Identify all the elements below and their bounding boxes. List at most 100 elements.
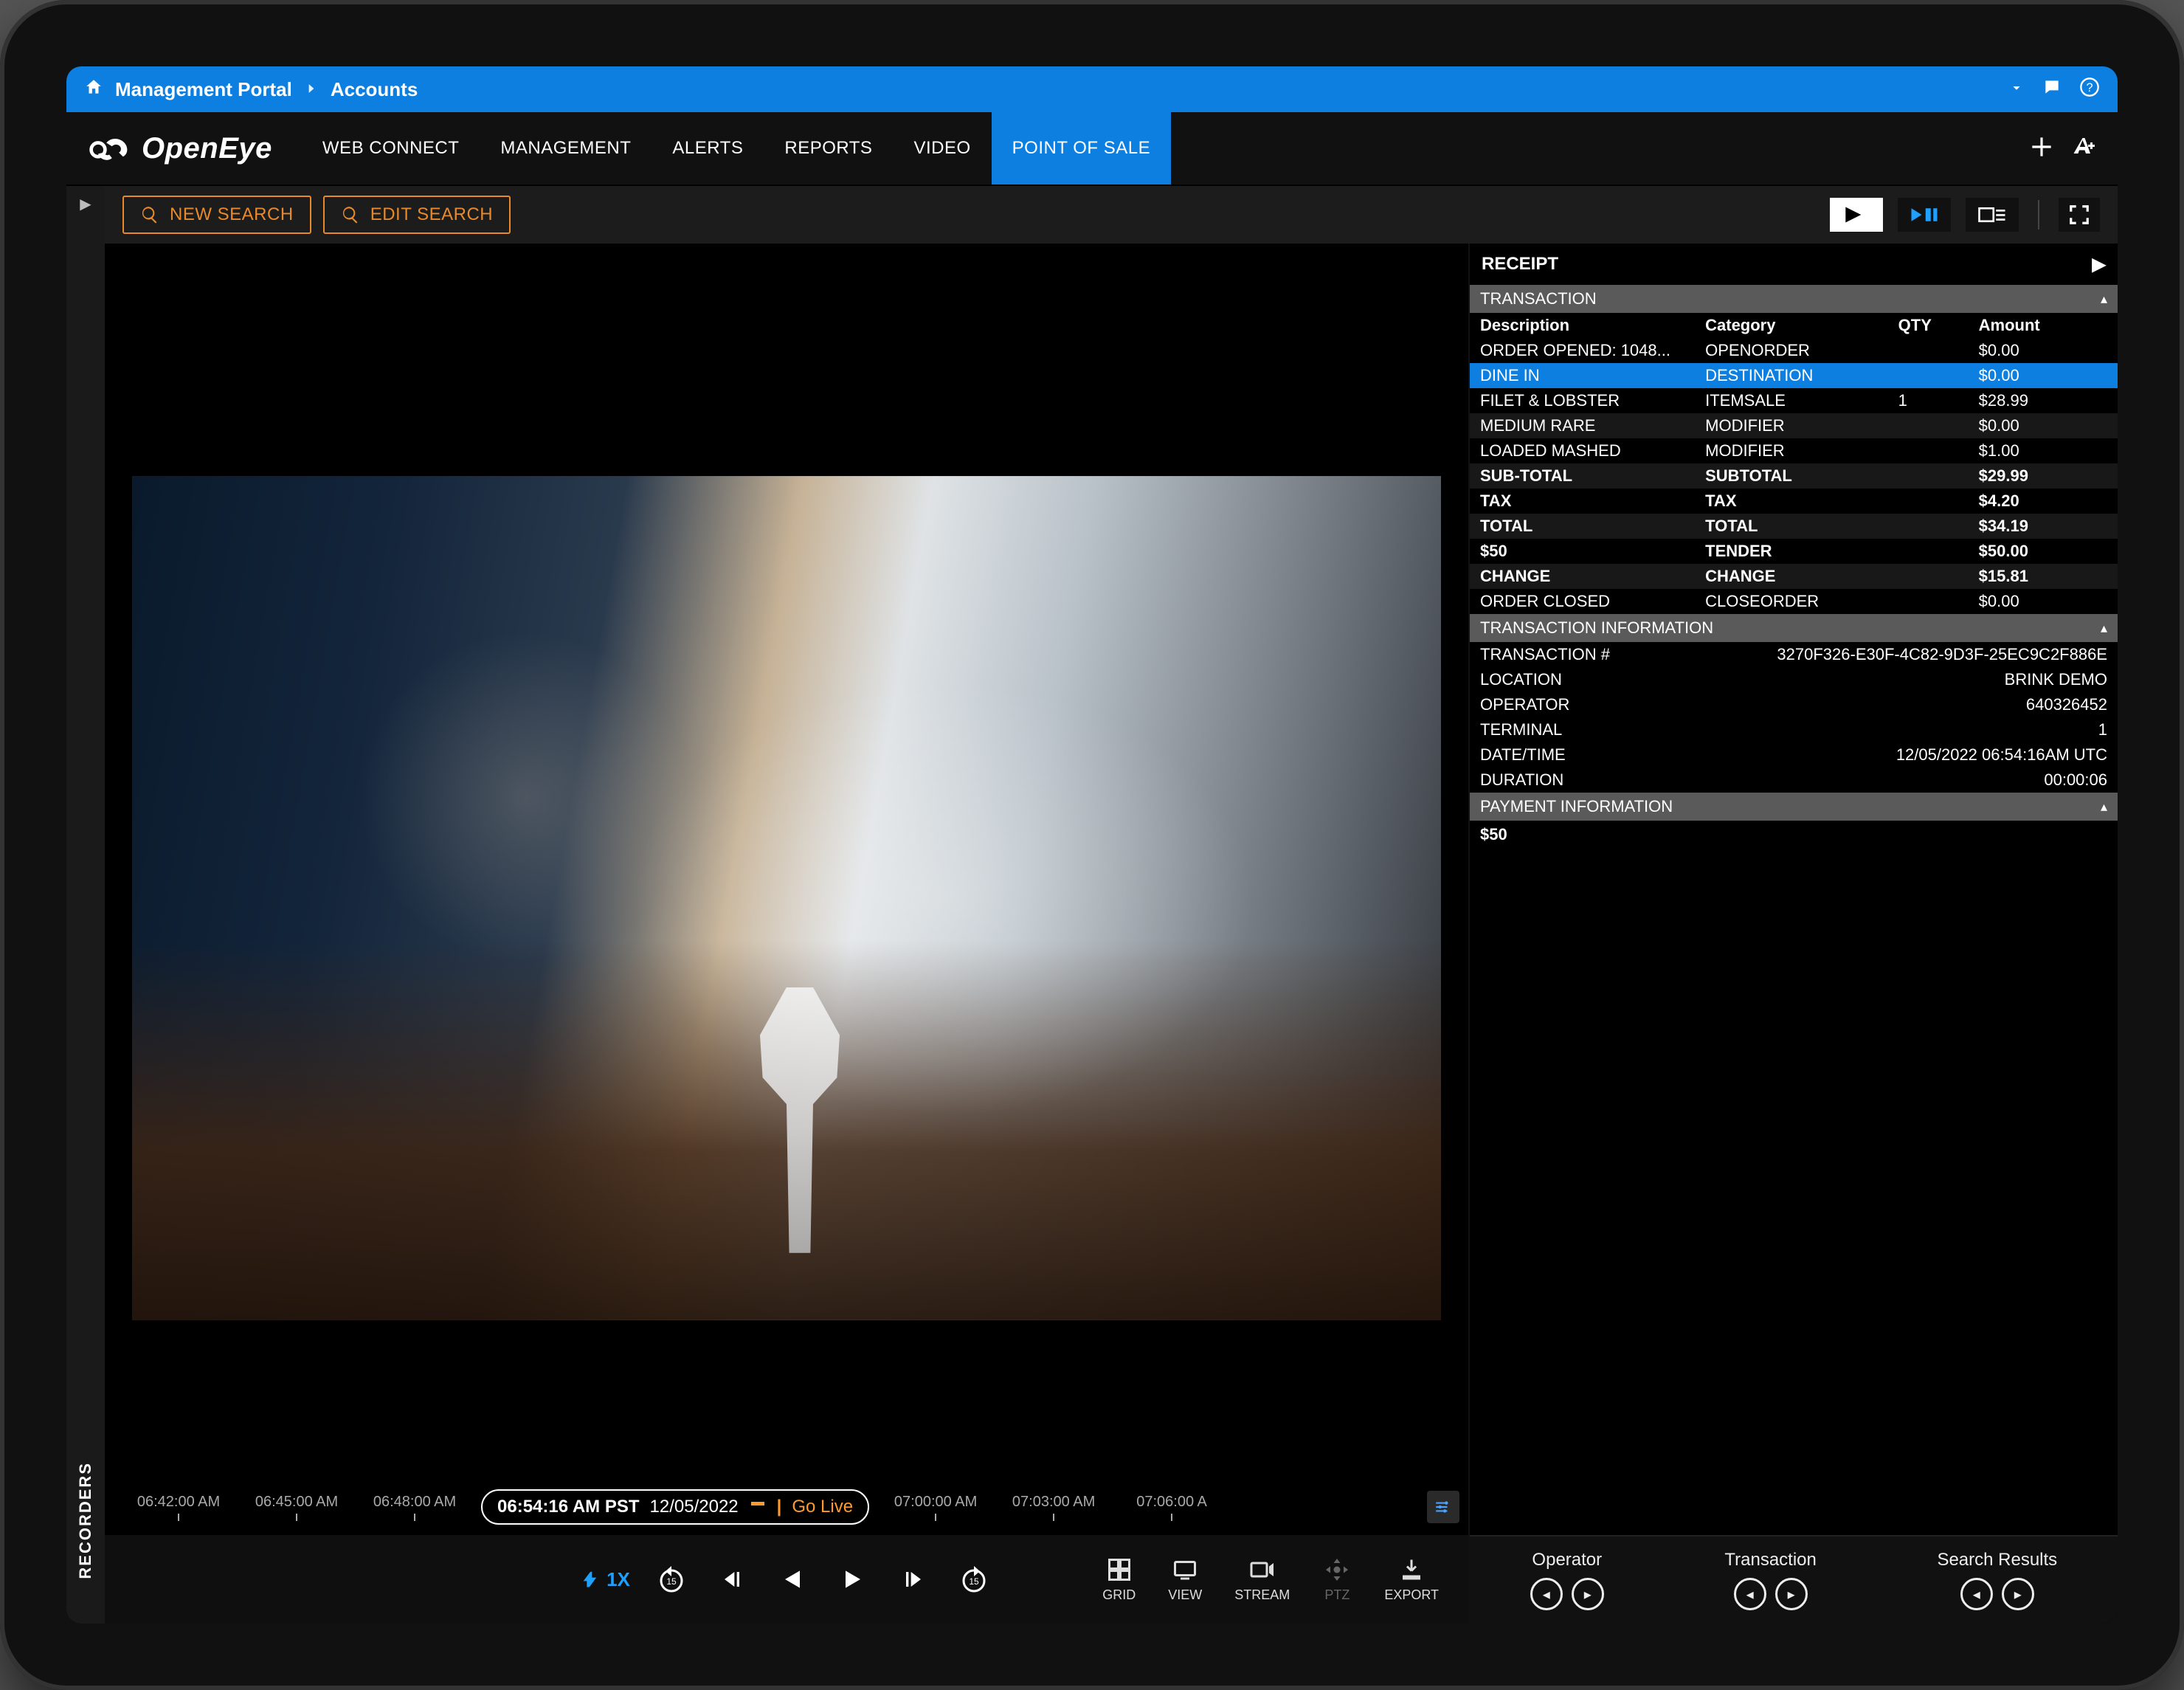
- transaction-info-row: OPERATOR640326452: [1470, 692, 2118, 717]
- view-tool[interactable]: VIEW: [1168, 1556, 1202, 1603]
- transaction-info-row: LOCATIONBRINK DEMO: [1470, 667, 2118, 692]
- pill-divider: |: [777, 1497, 782, 1517]
- timeline-current-time: 06:54:16 AM PST: [497, 1497, 640, 1517]
- nav-search-results: Search Results ◂ ▸: [1937, 1550, 2057, 1610]
- transaction-info-row: DURATION00:00:06: [1470, 768, 2118, 793]
- receipt-line[interactable]: SUB-TOTALSUBTOTAL$29.99: [1470, 463, 2118, 489]
- grid-tool[interactable]: GRID: [1102, 1556, 1136, 1603]
- nav-operator: Operator ◂ ▸: [1530, 1550, 1604, 1610]
- receipt-line[interactable]: TAXTAX$4.20: [1470, 489, 2118, 514]
- frame-back-button[interactable]: [713, 1560, 751, 1598]
- brand-name: OpenEye: [142, 132, 272, 165]
- playback-speed[interactable]: 1X: [580, 1568, 630, 1591]
- operator-next-button[interactable]: ▸: [1572, 1578, 1604, 1610]
- view-mode-list-button[interactable]: [1966, 198, 2019, 232]
- breadcrumb-bar: Management Portal Accounts ?: [66, 66, 2118, 112]
- help-icon[interactable]: ?: [2079, 77, 2100, 103]
- transaction-next-button[interactable]: ▸: [1775, 1578, 1808, 1610]
- nav-tab-point-of-sale[interactable]: POINT OF SALE: [992, 112, 1171, 184]
- view-mode-split-button[interactable]: [1898, 198, 1951, 232]
- timeline-tick[interactable]: 06:48:00 AM: [363, 1494, 466, 1521]
- svg-text:?: ?: [2086, 80, 2093, 94]
- receipt-panel: RECEIPT ▶ TRANSACTION ▴ Description Cate…: [1468, 244, 2118, 1624]
- receipt-line[interactable]: DINE INDESTINATION$0.00: [1470, 363, 2118, 388]
- expand-rail-icon[interactable]: ▶: [80, 195, 91, 213]
- collapse-icon[interactable]: ▴: [2101, 292, 2107, 307]
- timeline-tick[interactable]: 06:45:00 AM: [245, 1494, 348, 1521]
- video-frame: [132, 476, 1441, 1321]
- breadcrumb-page[interactable]: Accounts: [331, 78, 418, 101]
- payment-value: $50: [1470, 821, 2118, 849]
- left-rail: ▶ RECORDERS: [66, 186, 105, 1624]
- playback-bar: 1X 15: [105, 1535, 1468, 1624]
- transaction-prev-button[interactable]: ◂: [1734, 1578, 1766, 1610]
- timeline-current-pill[interactable]: 06:54:16 AM PST 12/05/2022 | Go Live: [481, 1489, 869, 1525]
- svg-text:15: 15: [969, 1576, 979, 1587]
- dropdown-caret-icon[interactable]: [2008, 78, 2025, 101]
- receipt-line[interactable]: $50TENDER$50.00: [1470, 539, 2118, 564]
- chevron-right-icon: [304, 78, 319, 101]
- home-icon[interactable]: [84, 77, 103, 102]
- svg-text:15: 15: [666, 1576, 677, 1587]
- timeline-tick[interactable]: 07:06:00 A: [1120, 1494, 1223, 1521]
- receipt-line[interactable]: MEDIUM RAREMODIFIER$0.00: [1470, 413, 2118, 438]
- receipt-line[interactable]: TOTALTOTAL$34.19: [1470, 514, 2118, 539]
- collapse-icon[interactable]: ▴: [2101, 621, 2107, 636]
- new-search-button[interactable]: NEW SEARCH: [122, 196, 311, 234]
- forward-15-button[interactable]: 15: [955, 1560, 993, 1598]
- timeline-current-date: 12/05/2022: [650, 1497, 739, 1517]
- section-transaction-info[interactable]: TRANSACTION INFORMATION ▴: [1470, 614, 2118, 642]
- rewind-15-button[interactable]: 15: [652, 1560, 691, 1598]
- separator: [2038, 200, 2039, 230]
- receipt-line[interactable]: ORDER OPENED: 1048...OPENORDER$0.00: [1470, 338, 2118, 363]
- transaction-info-row: TRANSACTION #3270F326-E30F-4C82-9D3F-25E…: [1470, 642, 2118, 667]
- receipt-line[interactable]: ORDER CLOSEDCLOSEORDER$0.00: [1470, 589, 2118, 614]
- collapse-icon[interactable]: ▴: [2101, 799, 2107, 815]
- operator-prev-button[interactable]: ◂: [1530, 1578, 1563, 1610]
- stream-tool[interactable]: STREAM: [1234, 1556, 1290, 1603]
- timeline-tick[interactable]: 06:42:00 AM: [127, 1494, 230, 1521]
- receipt-line[interactable]: LOADED MASHEDMODIFIER$1.00: [1470, 438, 2118, 463]
- play-reverse-button[interactable]: [773, 1560, 812, 1598]
- transaction-info-row: TERMINAL1: [1470, 717, 2118, 742]
- rail-label-recorders[interactable]: RECORDERS: [76, 1462, 95, 1579]
- transaction-info-row: DATE/TIME12/05/2022 06:54:16AM UTC: [1470, 742, 2118, 768]
- video-viewport[interactable]: [105, 244, 1468, 1479]
- receipt-expand-icon[interactable]: ▶: [2093, 254, 2106, 275]
- nav-tab-management[interactable]: MANAGEMENT: [480, 112, 652, 184]
- main-nav: OpenEye WEB CONNECTMANAGEMENTALERTSREPOR…: [66, 112, 2118, 186]
- breadcrumb-portal[interactable]: Management Portal: [115, 78, 292, 101]
- view-mode-single-button[interactable]: [1830, 198, 1883, 232]
- receipt-line[interactable]: CHANGECHANGE$15.81: [1470, 564, 2118, 589]
- ptz-tool[interactable]: PTZ: [1322, 1556, 1352, 1603]
- results-prev-button[interactable]: ◂: [1960, 1578, 1993, 1610]
- fullscreen-button[interactable]: [2059, 198, 2100, 232]
- export-tool[interactable]: EXPORT: [1384, 1556, 1439, 1603]
- toolbar: NEW SEARCH EDIT SEARCH: [105, 186, 2118, 244]
- nav-tab-alerts[interactable]: ALERTS: [652, 112, 764, 184]
- text-size-icon[interactable]: [2070, 134, 2097, 164]
- go-live-button[interactable]: Go Live: [792, 1497, 853, 1517]
- edit-search-button[interactable]: EDIT SEARCH: [323, 196, 511, 234]
- calendar-icon[interactable]: [749, 1498, 767, 1516]
- receipt-header[interactable]: RECEIPT ▶: [1470, 244, 2118, 285]
- receipt-line[interactable]: FILET & LOBSTERITEMSALE1$28.99: [1470, 388, 2118, 413]
- frame-forward-button[interactable]: [894, 1560, 933, 1598]
- section-transaction[interactable]: TRANSACTION ▴: [1470, 285, 2118, 313]
- timeline-tick[interactable]: 07:00:00 AM: [884, 1494, 987, 1521]
- add-icon[interactable]: [2028, 133, 2056, 165]
- timeline-tick[interactable]: 07:03:00 AM: [1002, 1494, 1105, 1521]
- timeline[interactable]: 06:42:00 AM 06:45:00 AM 06:48:00 AM 06:5…: [105, 1479, 1468, 1535]
- nav-tab-video[interactable]: VIDEO: [893, 112, 991, 184]
- results-next-button[interactable]: ▸: [2002, 1578, 2034, 1610]
- timeline-settings-button[interactable]: [1427, 1491, 1459, 1523]
- brand-logo[interactable]: OpenEye: [87, 132, 272, 165]
- receipt-columns: Description Category QTY Amount: [1470, 313, 2118, 338]
- section-payment-info[interactable]: PAYMENT INFORMATION ▴: [1470, 793, 2118, 821]
- receipt-bottom-nav: Operator ◂ ▸ Transaction ◂ ▸: [1470, 1535, 2118, 1624]
- play-button[interactable]: [834, 1560, 872, 1598]
- nav-transaction: Transaction ◂ ▸: [1724, 1550, 1817, 1610]
- nav-tab-web-connect[interactable]: WEB CONNECT: [302, 112, 480, 184]
- nav-tab-reports[interactable]: REPORTS: [764, 112, 893, 184]
- chat-icon[interactable]: [2042, 77, 2062, 102]
